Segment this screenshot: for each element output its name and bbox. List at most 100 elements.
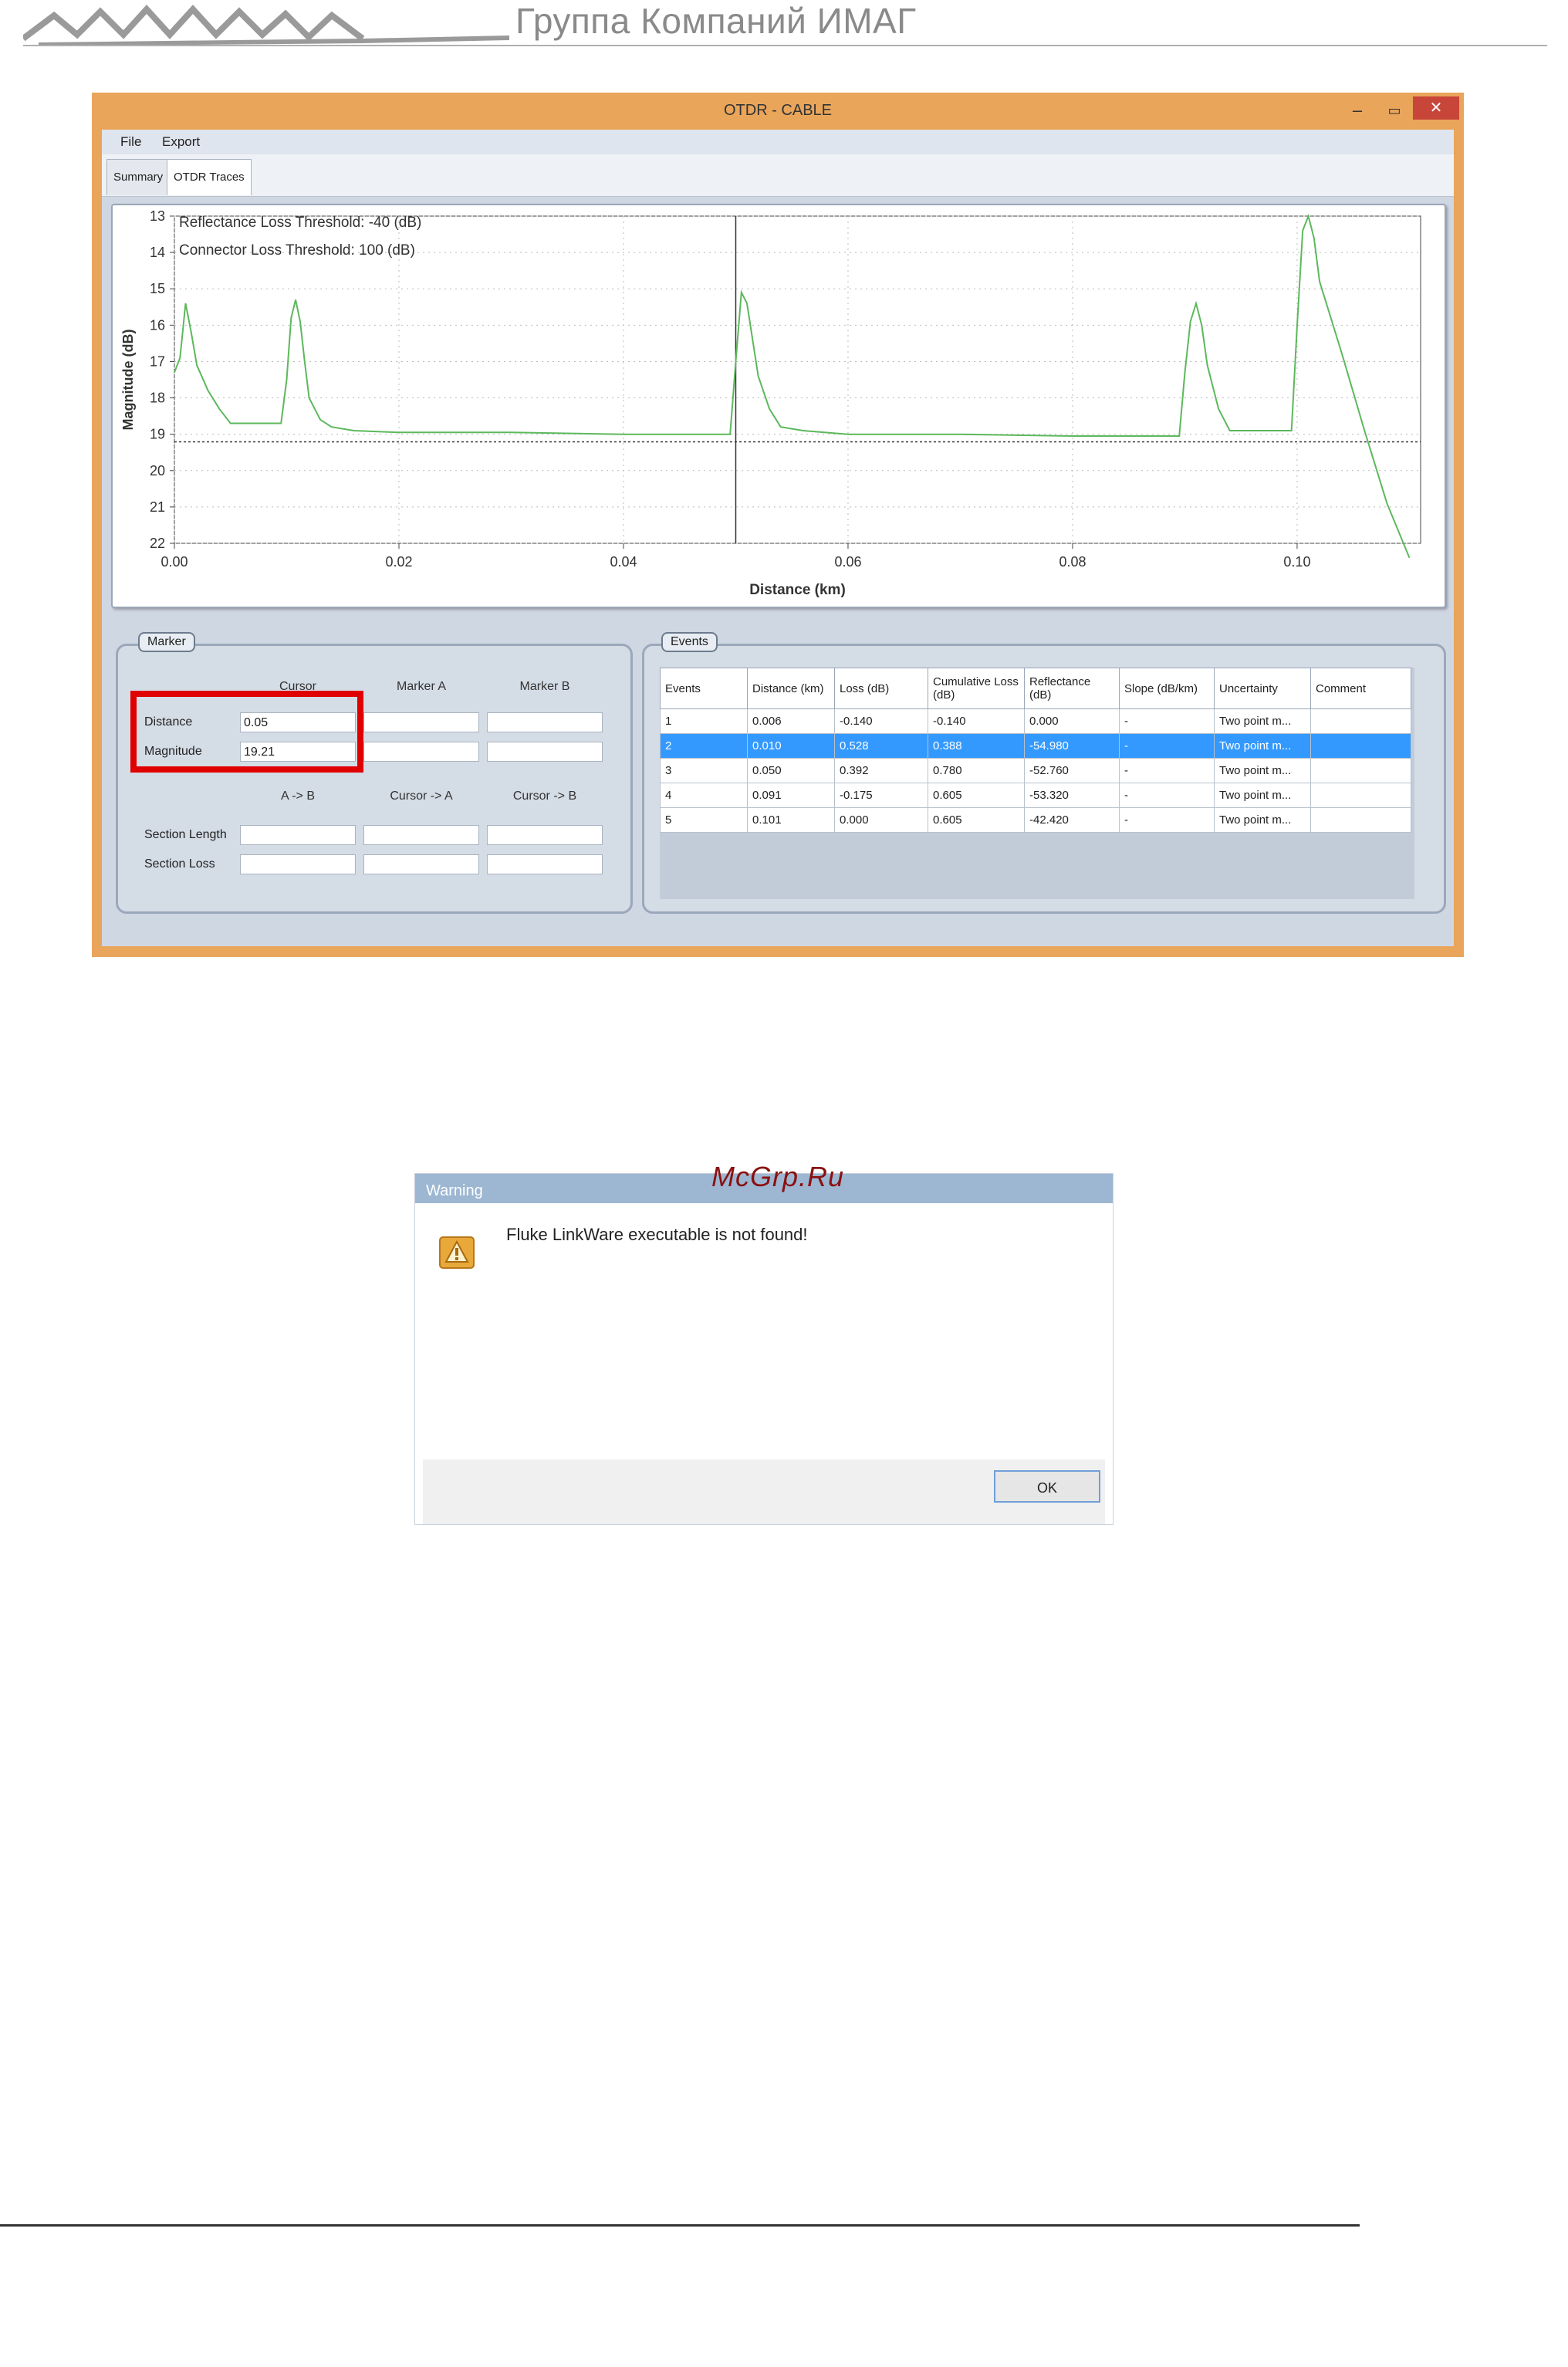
cell-comment bbox=[1310, 807, 1411, 833]
tab-summary[interactable]: Summary bbox=[106, 159, 171, 195]
x-tick-label: 0.06 bbox=[834, 554, 861, 570]
cell-reflectance: 0.000 bbox=[1024, 708, 1120, 734]
y-tick-label: 14 bbox=[150, 245, 165, 260]
tab-strip: Summary OTDR Traces bbox=[102, 154, 1454, 197]
cell-uncertainty: Two point m... bbox=[1214, 708, 1311, 734]
cell-cumulative-loss: 0.605 bbox=[928, 807, 1025, 833]
x-tick-label: 0.02 bbox=[385, 554, 412, 570]
y-tick-label: 22 bbox=[150, 536, 165, 551]
cell-loss: -0.140 bbox=[834, 708, 928, 734]
x-tick-label: 0.00 bbox=[161, 554, 188, 570]
cell-slope: - bbox=[1119, 708, 1215, 734]
hdr-events[interactable]: Events bbox=[660, 668, 748, 709]
y-tick-label: 18 bbox=[150, 391, 165, 406]
cell-event-no: 4 bbox=[660, 783, 748, 808]
highlight-box bbox=[130, 691, 363, 773]
table-row[interactable]: 3 0.050 0.392 0.780 -52.760- Two point m... bbox=[660, 758, 1411, 783]
marker-group-label: Marker bbox=[138, 632, 195, 652]
cell-distance: 0.050 bbox=[747, 758, 835, 783]
cell-slope: - bbox=[1119, 758, 1215, 783]
watermark: McGrp.Ru bbox=[711, 1161, 845, 1192]
events-table: Events Distance (km) Loss (dB) Cumulativ… bbox=[660, 668, 1411, 833]
marker-b-magnitude-field[interactable] bbox=[487, 742, 603, 762]
y-tick-label: 21 bbox=[150, 499, 165, 515]
hdr-uncertainty[interactable]: Uncertainty bbox=[1214, 668, 1311, 709]
table-row[interactable]: 5 0.101 0.000 0.605 -42.420- Two point m... bbox=[660, 807, 1411, 833]
col-cursor-to-a: Cursor -> A bbox=[390, 790, 453, 803]
cell-event-no: 1 bbox=[660, 708, 748, 734]
cell-cumulative-loss: 0.605 bbox=[928, 783, 1025, 808]
y-axis-label: Magnitude (dB) bbox=[120, 330, 136, 431]
table-row[interactable]: 1 0.006 -0.140 -0.140 0.000- Two point m... bbox=[660, 708, 1411, 734]
company-logo bbox=[23, 5, 509, 46]
cell-uncertainty: Two point m... bbox=[1214, 783, 1311, 808]
cell-comment bbox=[1310, 758, 1411, 783]
ok-button[interactable]: OK bbox=[994, 1470, 1100, 1503]
cursor-b-loss-field[interactable] bbox=[487, 854, 603, 874]
footer-rule bbox=[0, 2224, 1360, 2227]
cell-loss: 0.000 bbox=[834, 807, 928, 833]
cell-comment bbox=[1310, 708, 1411, 734]
events-group-label: Events bbox=[661, 632, 718, 652]
x-tick-label: 0.04 bbox=[610, 554, 637, 570]
hdr-comment[interactable]: Comment bbox=[1310, 668, 1411, 709]
cell-loss: -0.175 bbox=[834, 783, 928, 808]
table-row[interactable]: 4 0.091 -0.175 0.605 -53.320- Two point m... bbox=[660, 783, 1411, 808]
events-body: 1 0.006 -0.140 -0.140 0.000- Two point m... 2 0… bbox=[660, 708, 1411, 833]
section-length-label: Section Length bbox=[144, 828, 227, 841]
cursor-a-loss-field[interactable] bbox=[363, 854, 479, 874]
cell-slope: - bbox=[1119, 733, 1215, 759]
marker-a-magnitude-field[interactable] bbox=[363, 742, 479, 762]
otdr-trace-chart: 13 14 15 16 17 18 19 20 21 22 0.00 0.02 0.04 0.06 0.08… bbox=[111, 204, 1446, 608]
cell-distance: 0.010 bbox=[747, 733, 835, 759]
tab-otdr-traces[interactable]: OTDR Traces bbox=[167, 159, 252, 195]
minimize-button[interactable]: – bbox=[1342, 99, 1373, 122]
menu-export[interactable]: Export bbox=[162, 130, 200, 154]
threshold-annotation: Reflectance Loss Threshold: -40 (dB) bbox=[179, 215, 421, 231]
cell-uncertainty: Two point m... bbox=[1214, 807, 1311, 833]
cell-distance: 0.091 bbox=[747, 783, 835, 808]
y-tick-label: 17 bbox=[150, 353, 165, 369]
close-button[interactable]: ✕ bbox=[1413, 96, 1459, 120]
menu-bar: File Export bbox=[102, 130, 1454, 154]
col-a-to-b: A -> B bbox=[280, 790, 316, 803]
x-tick-label: 0.08 bbox=[1059, 554, 1086, 570]
col-marker-a: Marker A bbox=[396, 680, 446, 693]
cursor-b-length-field[interactable] bbox=[487, 825, 603, 845]
col-marker-b: Marker B bbox=[519, 680, 570, 693]
maximize-button[interactable]: ▭ bbox=[1379, 99, 1410, 122]
dialog-message: Fluke LinkWare executable is not found! bbox=[506, 1225, 808, 1244]
hdr-slope[interactable]: Slope (dB/km) bbox=[1119, 668, 1215, 709]
cell-reflectance: -52.760 bbox=[1024, 758, 1120, 783]
window-title: OTDR - CABLE bbox=[723, 102, 833, 119]
table-row[interactable]: 2 0.010 0.528 0.388 -54.980- Two point m... bbox=[660, 733, 1411, 759]
cell-loss: 0.528 bbox=[834, 733, 928, 759]
warning-icon bbox=[439, 1236, 475, 1269]
cell-event-no: 5 bbox=[660, 807, 748, 833]
cell-uncertainty: Two point m... bbox=[1214, 758, 1311, 783]
chart-canvas[interactable]: 13 14 15 16 17 18 19 20 21 22 0.00 0.02 0.04 0.06 0.08… bbox=[113, 205, 1445, 607]
menu-file[interactable]: File bbox=[120, 130, 141, 154]
cell-slope: - bbox=[1119, 807, 1215, 833]
cell-distance: 0.101 bbox=[747, 807, 835, 833]
plot-area bbox=[174, 215, 1421, 544]
cell-uncertainty: Two point m... bbox=[1214, 733, 1311, 759]
cell-comment bbox=[1310, 733, 1411, 759]
hdr-loss[interactable]: Loss (dB) bbox=[834, 668, 928, 709]
a-b-loss-field[interactable] bbox=[240, 854, 356, 874]
cursor-a-length-field[interactable] bbox=[363, 825, 479, 845]
x-axis-label: Distance (km) bbox=[749, 582, 846, 598]
window-client: File Export Summary OTDR Traces 13 14 15 16… bbox=[102, 130, 1454, 946]
marker-a-distance-field[interactable] bbox=[363, 712, 479, 732]
hdr-cumulative-loss[interactable]: Cumulative Loss (dB) bbox=[928, 668, 1025, 709]
cell-event-no: 3 bbox=[660, 758, 748, 783]
cell-reflectance: -42.420 bbox=[1024, 807, 1120, 833]
hdr-reflectance[interactable]: Reflectance (dB) bbox=[1024, 668, 1120, 709]
trace-line bbox=[174, 213, 1411, 559]
hdr-distance[interactable]: Distance (km) bbox=[747, 668, 835, 709]
cell-cumulative-loss: 0.388 bbox=[928, 733, 1025, 759]
marker-b-distance-field[interactable] bbox=[487, 712, 603, 732]
x-tick-label: 0.10 bbox=[1283, 554, 1310, 570]
a-b-length-field[interactable] bbox=[240, 825, 356, 845]
col-cursor-to-b: Cursor -> B bbox=[512, 790, 577, 803]
